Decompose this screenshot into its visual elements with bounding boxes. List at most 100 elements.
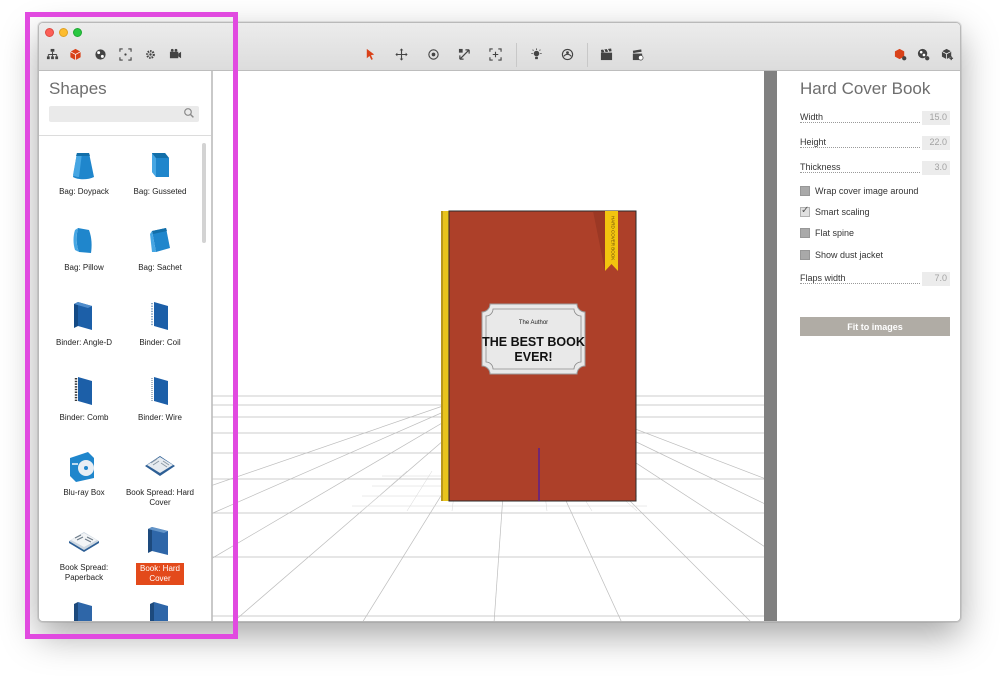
material-icon[interactable] xyxy=(913,44,933,64)
toolbar-separator xyxy=(516,43,517,67)
width-field[interactable]: 15.0 xyxy=(922,111,950,125)
properties-panel: Hard Cover Book Width 15.0 Height 22.0 T… xyxy=(790,71,960,621)
scale-icon[interactable] xyxy=(454,44,474,64)
smart-scaling-checkbox[interactable] xyxy=(800,205,810,217)
shape-label: Bag: Pillow xyxy=(64,263,104,272)
book-spread-hard-icon xyxy=(142,448,178,484)
shapes-search-input[interactable] xyxy=(49,106,199,122)
select-arrow-icon[interactable] xyxy=(360,44,380,64)
shape-label: Book Spread: Paperback xyxy=(59,563,109,582)
flat-spine-label: Flat spine xyxy=(815,228,855,238)
shape-item-bag-pillow[interactable]: Bag: Pillow xyxy=(45,223,123,273)
smart-scaling-option[interactable]: Smart scaling xyxy=(800,205,950,219)
shape-list: Bag: Doypack Bag: Gusseted Bag: Pillow B xyxy=(39,136,211,621)
height-field[interactable]: 22.0 xyxy=(922,136,950,150)
fit-to-images-button[interactable]: Fit to images xyxy=(800,317,950,336)
flaps-width-field[interactable]: 7.0 xyxy=(922,272,950,286)
shape-item-binder-comb[interactable]: Binder: Comb xyxy=(45,373,123,423)
shape-label: Binder: Angle-D xyxy=(55,338,113,347)
shape-item-book[interactable] xyxy=(121,598,199,621)
minimize-window-button[interactable] xyxy=(59,28,68,37)
shape-item-book-spread-paperback[interactable]: Book Spread: Paperback xyxy=(45,523,123,583)
shape-item-binder-angle-d[interactable]: Binder: Angle-D xyxy=(45,298,123,348)
close-window-button[interactable] xyxy=(45,28,54,37)
height-label: Height xyxy=(800,137,829,147)
width-label: Width xyxy=(800,112,826,122)
flat-spine-checkbox[interactable] xyxy=(800,228,810,238)
camera-icon[interactable] xyxy=(165,44,185,64)
render-icon[interactable] xyxy=(627,44,647,64)
smart-scaling-label: Smart scaling xyxy=(815,207,870,217)
leader-dots xyxy=(800,172,920,173)
object-properties-icon[interactable] xyxy=(890,44,910,64)
shapes-scrollbar[interactable] xyxy=(202,143,206,243)
rotate-icon[interactable] xyxy=(423,44,443,64)
shape-item-bluray-box[interactable]: Blu-ray Box xyxy=(45,448,123,498)
binder-wire-icon xyxy=(142,373,178,409)
add-object-icon[interactable] xyxy=(937,44,957,64)
shape-item-book-hard-cover[interactable]: Book: Hard Cover xyxy=(121,523,199,586)
shape-label-selected: Book: Hard Cover xyxy=(136,563,184,585)
dust-jacket-checkbox[interactable] xyxy=(800,250,810,260)
shape-label: Blu-ray Box xyxy=(63,488,105,497)
shape-item-book-spread-hard[interactable]: Book Spread: Hard Cover xyxy=(121,448,199,508)
binder-comb-icon xyxy=(66,373,102,409)
viewport-scene[interactable]: HARD COVER BOOK The Author THE BEST BOOK… xyxy=(212,71,777,622)
shapes-panel-title: Shapes xyxy=(49,79,107,98)
gear-icon[interactable] xyxy=(140,44,160,64)
dust-jacket-option[interactable]: Show dust jacket xyxy=(800,250,950,262)
app-window: Shapes Bag: Doypack Bag: Gusseted Bag: P… xyxy=(38,22,961,622)
bag-doypack-icon xyxy=(66,147,102,183)
flaps-width-label: Flaps width xyxy=(800,273,848,283)
light-icon[interactable] xyxy=(526,44,546,64)
height-row: Height 22.0 xyxy=(800,136,950,151)
book-icon xyxy=(142,598,178,621)
frame-selection-icon[interactable] xyxy=(485,44,505,64)
thickness-field[interactable]: 3.0 xyxy=(922,161,950,175)
bag-gusseted-icon xyxy=(142,147,178,183)
toolbar-separator xyxy=(587,43,588,67)
leader-dots xyxy=(800,147,920,148)
shape-item-bag-doypack[interactable]: Bag: Doypack xyxy=(45,147,123,197)
wrap-cover-checkbox[interactable] xyxy=(800,186,810,196)
shape-label: Binder: Comb xyxy=(59,413,109,422)
sphere-icon[interactable] xyxy=(90,44,110,64)
hierarchy-icon[interactable] xyxy=(42,44,62,64)
toolbar xyxy=(39,23,960,71)
shape-label: Book Spread: Hard Cover xyxy=(125,488,195,507)
properties-title: Hard Cover Book xyxy=(800,79,931,98)
cube-icon[interactable] xyxy=(65,44,85,64)
book-title-line1: THE BEST BOOK xyxy=(482,335,585,349)
viewport-right-strip xyxy=(764,71,777,621)
wrap-cover-option[interactable]: Wrap cover image around xyxy=(800,186,950,198)
book-author: The Author xyxy=(519,320,548,326)
dust-jacket-label: Show dust jacket xyxy=(815,250,884,260)
move-icon[interactable] xyxy=(391,44,411,64)
shape-item-bag-sachet[interactable]: Bag: Sachet xyxy=(121,223,199,273)
fit-frame-icon[interactable] xyxy=(115,44,135,64)
leader-dots xyxy=(800,122,920,123)
ribbon-label: HARD COVER BOOK xyxy=(611,216,616,260)
zoom-window-button[interactable] xyxy=(73,28,82,37)
shape-item-bag-gusseted[interactable]: Bag: Gusseted xyxy=(121,147,199,197)
clapper-icon[interactable] xyxy=(596,44,616,64)
shape-item-book[interactable] xyxy=(45,598,123,621)
binder-angle-d-icon xyxy=(66,298,102,334)
shape-label: Binder: Coil xyxy=(139,338,181,347)
shape-label: Bag: Gusseted xyxy=(133,187,187,196)
shape-label: Binder: Wire xyxy=(137,413,182,422)
environment-icon[interactable] xyxy=(557,44,577,64)
width-row: Width 15.0 xyxy=(800,111,950,126)
book-spine-edge xyxy=(441,211,443,501)
thickness-label: Thickness xyxy=(800,162,843,172)
binder-coil-icon xyxy=(142,298,178,334)
shape-item-binder-coil[interactable]: Binder: Coil xyxy=(121,298,199,348)
flat-spine-option[interactable]: Flat spine xyxy=(800,228,950,240)
flaps-width-row: Flaps width 7.0 xyxy=(800,272,950,287)
book-icon xyxy=(66,598,102,621)
shape-item-binder-wire[interactable]: Binder: Wire xyxy=(121,373,199,423)
bluray-box-icon xyxy=(66,448,102,484)
shape-label: Bag: Sachet xyxy=(138,263,182,272)
3d-viewport[interactable]: HARD COVER BOOK The Author THE BEST BOOK… xyxy=(212,71,777,622)
shape-label: Bag: Doypack xyxy=(59,187,109,196)
